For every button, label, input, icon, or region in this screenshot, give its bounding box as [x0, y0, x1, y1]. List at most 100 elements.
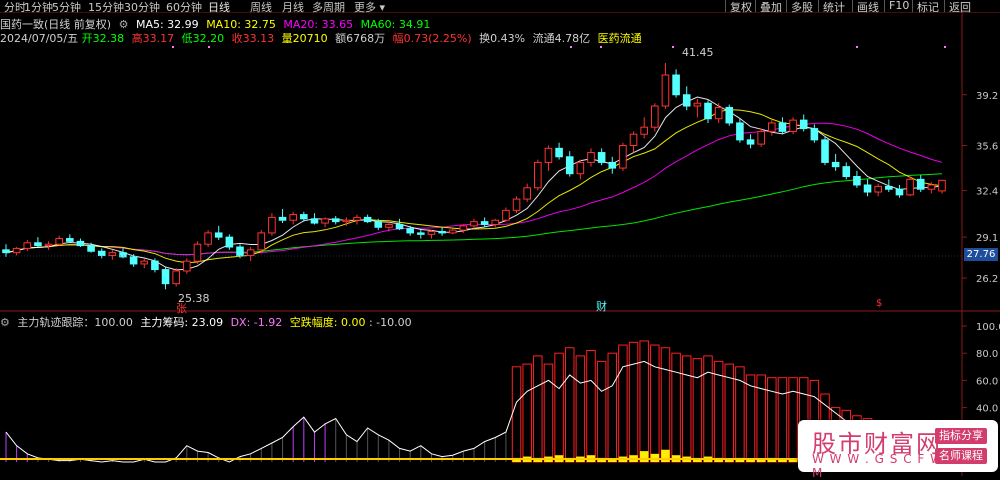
candle-body-20: [214, 232, 223, 238]
indicator-settings-icon[interactable]: ⚙: [0, 316, 10, 329]
signal-dot-4: [672, 46, 674, 48]
bar-date: 2024/07/05/五: [0, 32, 79, 45]
period-tab-0[interactable]: 分时: [4, 0, 26, 15]
candle-body-6: [66, 238, 74, 242]
candle-body-8: [87, 245, 95, 252]
candle-body-22: [236, 246, 244, 256]
candle-body-25: [268, 216, 276, 234]
ind-bar-69: [735, 366, 745, 463]
candle-body-9: [97, 250, 106, 256]
toolbar-button-3[interactable]: 统计: [818, 0, 849, 14]
kline-chart[interactable]: 39.2 35.6 32.4 29.1 26.2 100.0 80.0 60.0 40.0: [0, 0, 1000, 476]
candle-body-64: [682, 94, 691, 107]
candle-body-38: [406, 228, 414, 234]
period-tab-9[interactable]: 多周期: [312, 0, 345, 15]
ind-bar-52: [554, 352, 564, 463]
zhang-marker[interactable]: 张: [176, 300, 187, 316]
ind-label-1: 80.0: [976, 349, 998, 360]
ind-bar-73: [777, 377, 788, 463]
ind-bar-70: [745, 374, 756, 463]
period-tab-3[interactable]: 15分钟: [88, 0, 124, 15]
period-tab-2[interactable]: 5分钟: [52, 0, 81, 15]
candle-body-34: [363, 216, 372, 223]
ind-bar-61: [650, 344, 660, 463]
bar-close: 收33.13: [231, 32, 275, 45]
period-tab-10[interactable]: 更多 ▾: [354, 0, 385, 15]
ind-label-3: 40.0: [976, 404, 998, 415]
candle-body-46: [491, 219, 500, 225]
period-tab-5[interactable]: 60分钟: [166, 0, 202, 15]
indicator-range2: : -10.00: [368, 316, 412, 329]
bar-turnover: 换0.43%: [479, 32, 526, 45]
candle-body-60: [640, 126, 648, 135]
candle-body-50: [534, 161, 542, 189]
current-price-badge: 27.76: [964, 248, 998, 261]
candle-body-31: [331, 218, 340, 223]
toolbar-button-6[interactable]: 标记: [912, 0, 943, 14]
bar-high: 高33.17: [131, 32, 175, 45]
candle-body-27: [289, 214, 297, 221]
bar-float: 流通4.78亿: [532, 32, 591, 45]
indicator-range: 空跌幅度: 0.00: [289, 316, 366, 329]
period-tab-7[interactable]: 周线: [250, 0, 272, 15]
toolbar-button-0[interactable]: 复权: [725, 0, 756, 14]
toolbar-button-7[interactable]: 返回: [944, 0, 975, 14]
toolbar-button-5[interactable]: F10: [884, 0, 913, 12]
candle-body-69: [736, 122, 744, 141]
price-label-1: 35.6: [976, 142, 998, 153]
candle-body-15: [161, 269, 170, 285]
candle-body-68: [725, 106, 734, 124]
dollar-marker[interactable]: $: [876, 298, 882, 309]
watermark-tag-course[interactable]: 名师课程: [935, 448, 987, 464]
ind-label-2: 60.0: [976, 376, 998, 387]
candle-body-29: [310, 218, 319, 224]
watermark-logo: 股市财富网 W W W . G S C F W . C O M 指标分享 名师课…: [798, 420, 998, 480]
candle-body-48: [512, 198, 521, 211]
high-annotation: 41.45: [682, 46, 714, 59]
candle-body-59: [629, 133, 638, 147]
candle-body-26: [278, 216, 287, 221]
ind-yellow-60: [639, 451, 649, 462]
bar-volume: 量20710: [281, 32, 328, 45]
period-tab-6[interactable]: 日线: [208, 0, 230, 15]
candle-body-86: [916, 178, 925, 190]
candle-body-75: [799, 119, 808, 130]
bar-open: 开32.38: [81, 32, 125, 45]
period-tab-1[interactable]: 1分钟: [24, 0, 53, 15]
candle-body-0: [2, 249, 10, 254]
indicator-title: 主力轨迹跟踪：100.00: [17, 316, 133, 329]
ind-bar-65: [692, 358, 703, 463]
candle-body-5: [55, 238, 63, 245]
candle-body-45: [480, 221, 489, 225]
bar-sector[interactable]: 医药流通: [598, 32, 642, 45]
toolbar-button-1[interactable]: 叠加: [755, 0, 786, 14]
candle-body-49: [523, 187, 531, 200]
candle-body-43: [459, 225, 468, 231]
indicator-chip: 主力筹码: 23.09: [140, 316, 224, 329]
ind-bar-63: [671, 352, 681, 463]
cai-marker[interactable]: 财: [596, 298, 607, 314]
ind-bar-67: [713, 360, 724, 463]
ind-bar-54: [575, 355, 586, 463]
period-toolbar: 分时 1分钟 5分钟 15分钟 30分钟 60分钟 日线 周线 月线 多周期 更多 ▾ 复权 叠加 多股统…: [0, 0, 1000, 15]
period-tab-4[interactable]: 30分钟: [124, 0, 160, 15]
candle-body-19: [204, 232, 212, 245]
candle-body-76: [810, 128, 819, 141]
candle-body-14: [151, 260, 159, 271]
bar-low: 低32.20: [181, 32, 225, 45]
candle-body-55: [587, 152, 595, 163]
ind-bar-62: [660, 347, 671, 463]
watermark-tag-share[interactable]: 指标分享: [935, 428, 987, 444]
signal-dot-6: [944, 46, 946, 48]
toolbar-button-4[interactable]: 画线: [852, 0, 883, 14]
candle-body-37: [395, 223, 404, 230]
candle-body-82: [874, 185, 882, 193]
ind-yellow-62: [661, 449, 670, 462]
candle-body-4: [44, 243, 53, 247]
price-label-4: 26.2: [976, 274, 998, 285]
toolbar-button-2[interactable]: 多股: [786, 0, 817, 14]
candle-body-51: [544, 147, 553, 163]
ind-bar-51: [543, 363, 554, 463]
period-tab-8[interactable]: 月线: [282, 0, 304, 15]
ind-bar-60: [639, 340, 649, 463]
